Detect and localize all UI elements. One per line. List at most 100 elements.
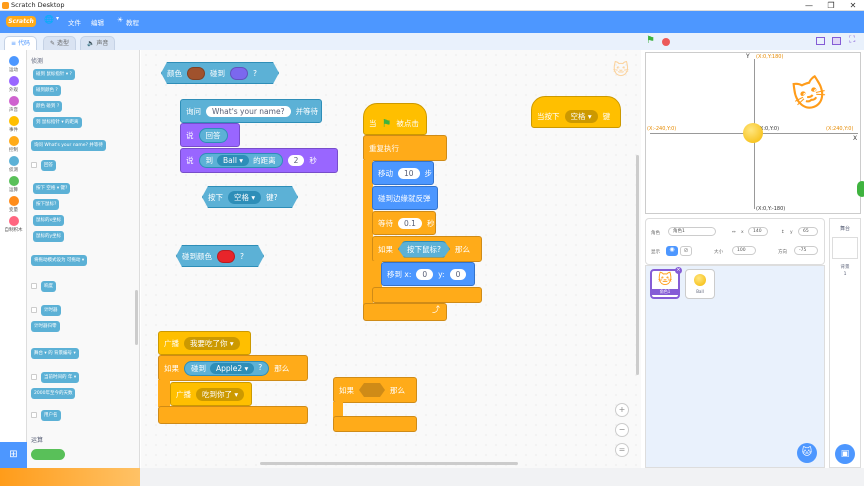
green-flag-icon[interactable]: ⚑ [646, 35, 655, 46]
stage-extension-tab[interactable] [857, 181, 864, 197]
broadcast-dropdown[interactable]: 吃到你了 ▾ [196, 387, 245, 401]
ask-text-input[interactable]: What's your name? [206, 105, 291, 117]
checkbox-timer[interactable] [31, 307, 37, 313]
block-wait[interactable]: 等待 0.1 秒 [372, 211, 436, 235]
palette-scrollbar[interactable] [135, 290, 138, 345]
block-when-flag-clicked[interactable]: 当 ⚑ 被点击 [363, 103, 427, 135]
category-2[interactable]: 声音 [0, 96, 27, 113]
block-key-pressed[interactable]: 按下 空格 ▾ 键? [202, 186, 298, 208]
key-dropdown[interactable]: 空格 ▾ [228, 191, 261, 204]
palette-block-touching-color[interactable]: 碰到颜色 ? [33, 85, 61, 96]
distance-target-dropdown[interactable]: Ball ▾ [217, 155, 250, 166]
block-if-then-2[interactable]: 如果 按下鼠标? 那么 [372, 236, 482, 262]
palette-block-mouse-down[interactable]: 按下鼠标? [33, 199, 60, 210]
palette-block-username[interactable]: 用户名 [41, 410, 61, 421]
block-if-then-3[interactable]: 如果 那么 [333, 377, 417, 403]
answer-reporter[interactable]: 回答 [198, 127, 228, 143]
block-say-for-secs[interactable]: 说 到 Ball ▾ 的距离 2 秒 [180, 148, 338, 173]
scratch-logo[interactable]: Scratch [6, 16, 36, 27]
category-1[interactable]: 外观 [0, 76, 27, 93]
sprite-name-input[interactable]: 角色1 [668, 227, 716, 236]
category-0[interactable]: 运动 [0, 56, 27, 73]
palette-block-add[interactable] [31, 449, 65, 460]
cat-sprite[interactable]: 🐱 [788, 70, 841, 126]
checkbox-loudness[interactable] [31, 283, 37, 289]
category-8[interactable]: 自制积木 [0, 216, 27, 233]
workspace-h-scrollbar[interactable] [260, 462, 518, 465]
stage-canvas[interactable]: Y (X:0,Y:180) (X:0,Y:-180) (X:-240,Y:0) … [645, 52, 864, 214]
x-input[interactable]: 0 [416, 268, 434, 280]
workspace-v-scrollbar[interactable] [636, 155, 639, 375]
palette-block-loudness[interactable]: 响度 [41, 281, 56, 292]
distance-reporter[interactable]: 到 Ball ▾ 的距离 [198, 153, 283, 168]
checkbox-answer[interactable] [31, 162, 37, 168]
block-ask-and-wait[interactable]: 询问 What's your name? 并等待 [180, 99, 322, 123]
touching-target-dropdown[interactable]: Apple2 ▾ [210, 362, 255, 374]
category-6[interactable]: 运算 [0, 176, 27, 193]
color-swatch[interactable] [217, 250, 235, 263]
menu-edit[interactable]: 编辑 [91, 17, 104, 27]
large-stage-icon[interactable] [832, 37, 841, 45]
tab-code[interactable]: ≡ 代码 [4, 36, 37, 50]
palette-block-current[interactable]: 当前时间的 年 ▾ [41, 372, 80, 383]
zoom-out-button[interactable]: − [615, 423, 629, 437]
palette-block-distance[interactable]: 到 鼠标指针 ▾ 的距离 [33, 117, 82, 128]
checkbox-username[interactable] [31, 412, 37, 418]
block-forever[interactable]: 重复执行 [363, 135, 447, 161]
menu-file[interactable]: 文件 [68, 17, 81, 27]
palette-block-days-since[interactable]: 2000年至今的天数 [31, 388, 76, 399]
tutorials-icon[interactable]: ☀ [117, 16, 123, 24]
category-5[interactable]: 侦测 [0, 156, 27, 173]
key-dropdown[interactable]: 空格 ▾ [564, 109, 598, 123]
color-swatch[interactable] [230, 67, 248, 80]
block-move-steps[interactable]: 移动 10 步 [372, 161, 434, 185]
sprite-tile-ball[interactable]: Ball [685, 269, 715, 299]
stage-thumbnail[interactable] [832, 237, 858, 259]
zoom-reset-button[interactable]: = [615, 443, 629, 457]
block-touching-color[interactable]: 碰到颜色 ? [176, 245, 264, 267]
menu-tutorials[interactable]: 教程 [126, 17, 139, 27]
palette-block-timer[interactable]: 计时器 [41, 305, 61, 316]
minimize-button[interactable]: — [798, 0, 820, 11]
palette-block-ask[interactable]: 询问 What's your name? 并等待 [31, 140, 106, 151]
block-broadcast[interactable]: 广播 我要吃了你 ▾ [158, 331, 251, 355]
checkbox-current[interactable] [31, 374, 37, 380]
category-3[interactable]: 事件 [0, 116, 27, 133]
zoom-in-button[interactable]: + [615, 403, 629, 417]
palette-block-touching[interactable]: 碰到 鼠标指针 ▾ ? [33, 69, 75, 80]
palette-block-of[interactable]: 舞台 ▾ 的 背景编号 ▾ [31, 348, 79, 359]
size-input[interactable]: 100 [732, 246, 756, 255]
fullscreen-icon[interactable]: ⛶ [849, 35, 855, 45]
language-globe-icon[interactable]: 🌐 [44, 15, 54, 24]
small-stage-icon[interactable] [816, 37, 825, 45]
palette-block-drag-mode[interactable]: 将拖动模式设为 可拖动 ▾ [31, 255, 88, 266]
wait-secs-input[interactable]: 0.1 [398, 217, 422, 229]
mouse-down-reporter[interactable]: 按下鼠标? [398, 241, 450, 258]
block-bounce[interactable]: 碰到边缘就反弹 [372, 186, 438, 210]
color-swatch[interactable] [187, 67, 205, 80]
close-button[interactable]: ✕ [842, 0, 864, 11]
maximize-button[interactable]: ❐ [820, 0, 842, 11]
secs-input[interactable]: 2 [287, 155, 305, 166]
add-sprite-cat-icon[interactable]: 🐱 [797, 443, 817, 463]
block-if-then[interactable]: 如果 碰到 Apple2 ▾ ? 那么 [158, 355, 308, 381]
block-broadcast-inner[interactable]: 广播 吃到你了 ▾ [170, 382, 252, 406]
palette-block-reset-timer[interactable]: 计时器归零 [31, 321, 60, 332]
palette-block-mouse-x[interactable]: 鼠标的x坐标 [33, 215, 65, 226]
stop-icon[interactable] [662, 38, 670, 46]
category-4[interactable]: 控制 [0, 136, 27, 153]
y-input[interactable]: 65 [798, 227, 818, 236]
category-7[interactable]: 变量 [0, 196, 27, 213]
block-color-touching-color[interactable]: 颜色 碰到 ? [161, 62, 279, 84]
direction-input[interactable]: -75 [794, 246, 818, 255]
broadcast-dropdown[interactable]: 我要吃了你 ▾ [184, 336, 240, 350]
block-when-key-pressed[interactable]: 当按下 空格 ▾ 键 [531, 96, 621, 128]
y-input[interactable]: 0 [449, 268, 467, 280]
tab-sounds[interactable]: 🔈 声音 [80, 36, 116, 50]
palette-block-color-touching[interactable]: 颜色 碰到 ? [33, 101, 63, 112]
block-goto-xy[interactable]: 移到 x: 0 y: 0 [381, 262, 475, 286]
touching-reporter[interactable]: 碰到 Apple2 ▾ ? [184, 360, 270, 376]
add-extension-icon[interactable]: ⊞ [0, 442, 27, 468]
steps-input[interactable]: 10 [398, 167, 420, 179]
add-backdrop-icon[interactable]: ▣ [835, 444, 855, 464]
